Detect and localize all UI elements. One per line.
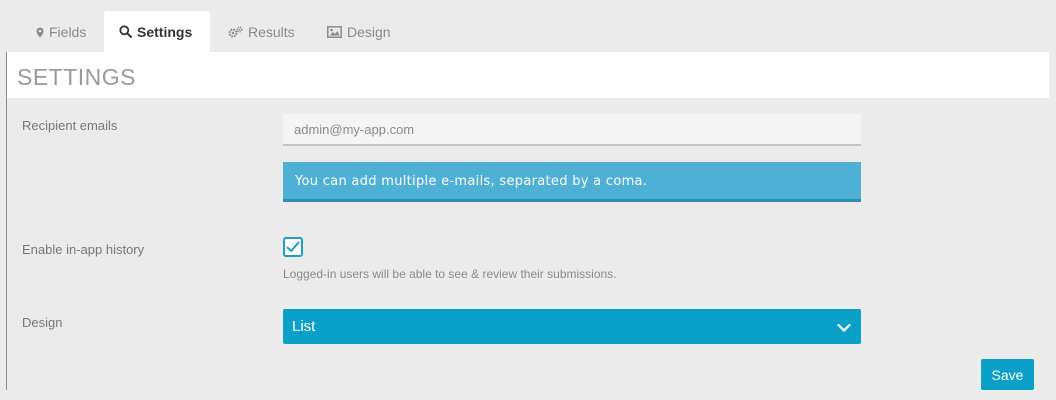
tab-fields-label: Fields [49,24,87,40]
design-label: Design [22,315,63,330]
tab-settings-label: Settings [137,23,193,40]
tab-design[interactable]: Design [318,12,408,52]
panel-left-border [6,52,7,390]
save-button[interactable]: Save [981,359,1034,390]
info-message: You can add multiple e-mails, separated … [283,162,861,202]
gears-icon [228,26,243,38]
history-label: Enable in-app history [22,242,145,257]
history-help-text: Logged-in users will be able to see & re… [283,267,617,281]
checkmark-icon [286,241,300,252]
design-select[interactable]: List [283,309,861,344]
page-title: SETTINGS [17,64,137,90]
chevron-down-icon [837,320,851,337]
tab-bar: Fields Settings Results Design [0,0,1056,52]
map-marker-icon [36,27,44,38]
design-selected-value: List [292,318,316,335]
tab-results-label: Results [248,24,295,40]
recipient-emails-label: Recipient emails [22,118,118,133]
tab-settings[interactable]: Settings [104,11,210,52]
recipient-emails-input[interactable] [283,114,861,146]
section-header: SETTINGS [7,52,1049,98]
tab-fields[interactable]: Fields [28,12,98,52]
tab-results[interactable]: Results [218,12,308,52]
search-icon [119,25,132,38]
image-icon [327,26,342,38]
tab-design-label: Design [347,24,391,40]
history-checkbox[interactable] [283,237,303,257]
